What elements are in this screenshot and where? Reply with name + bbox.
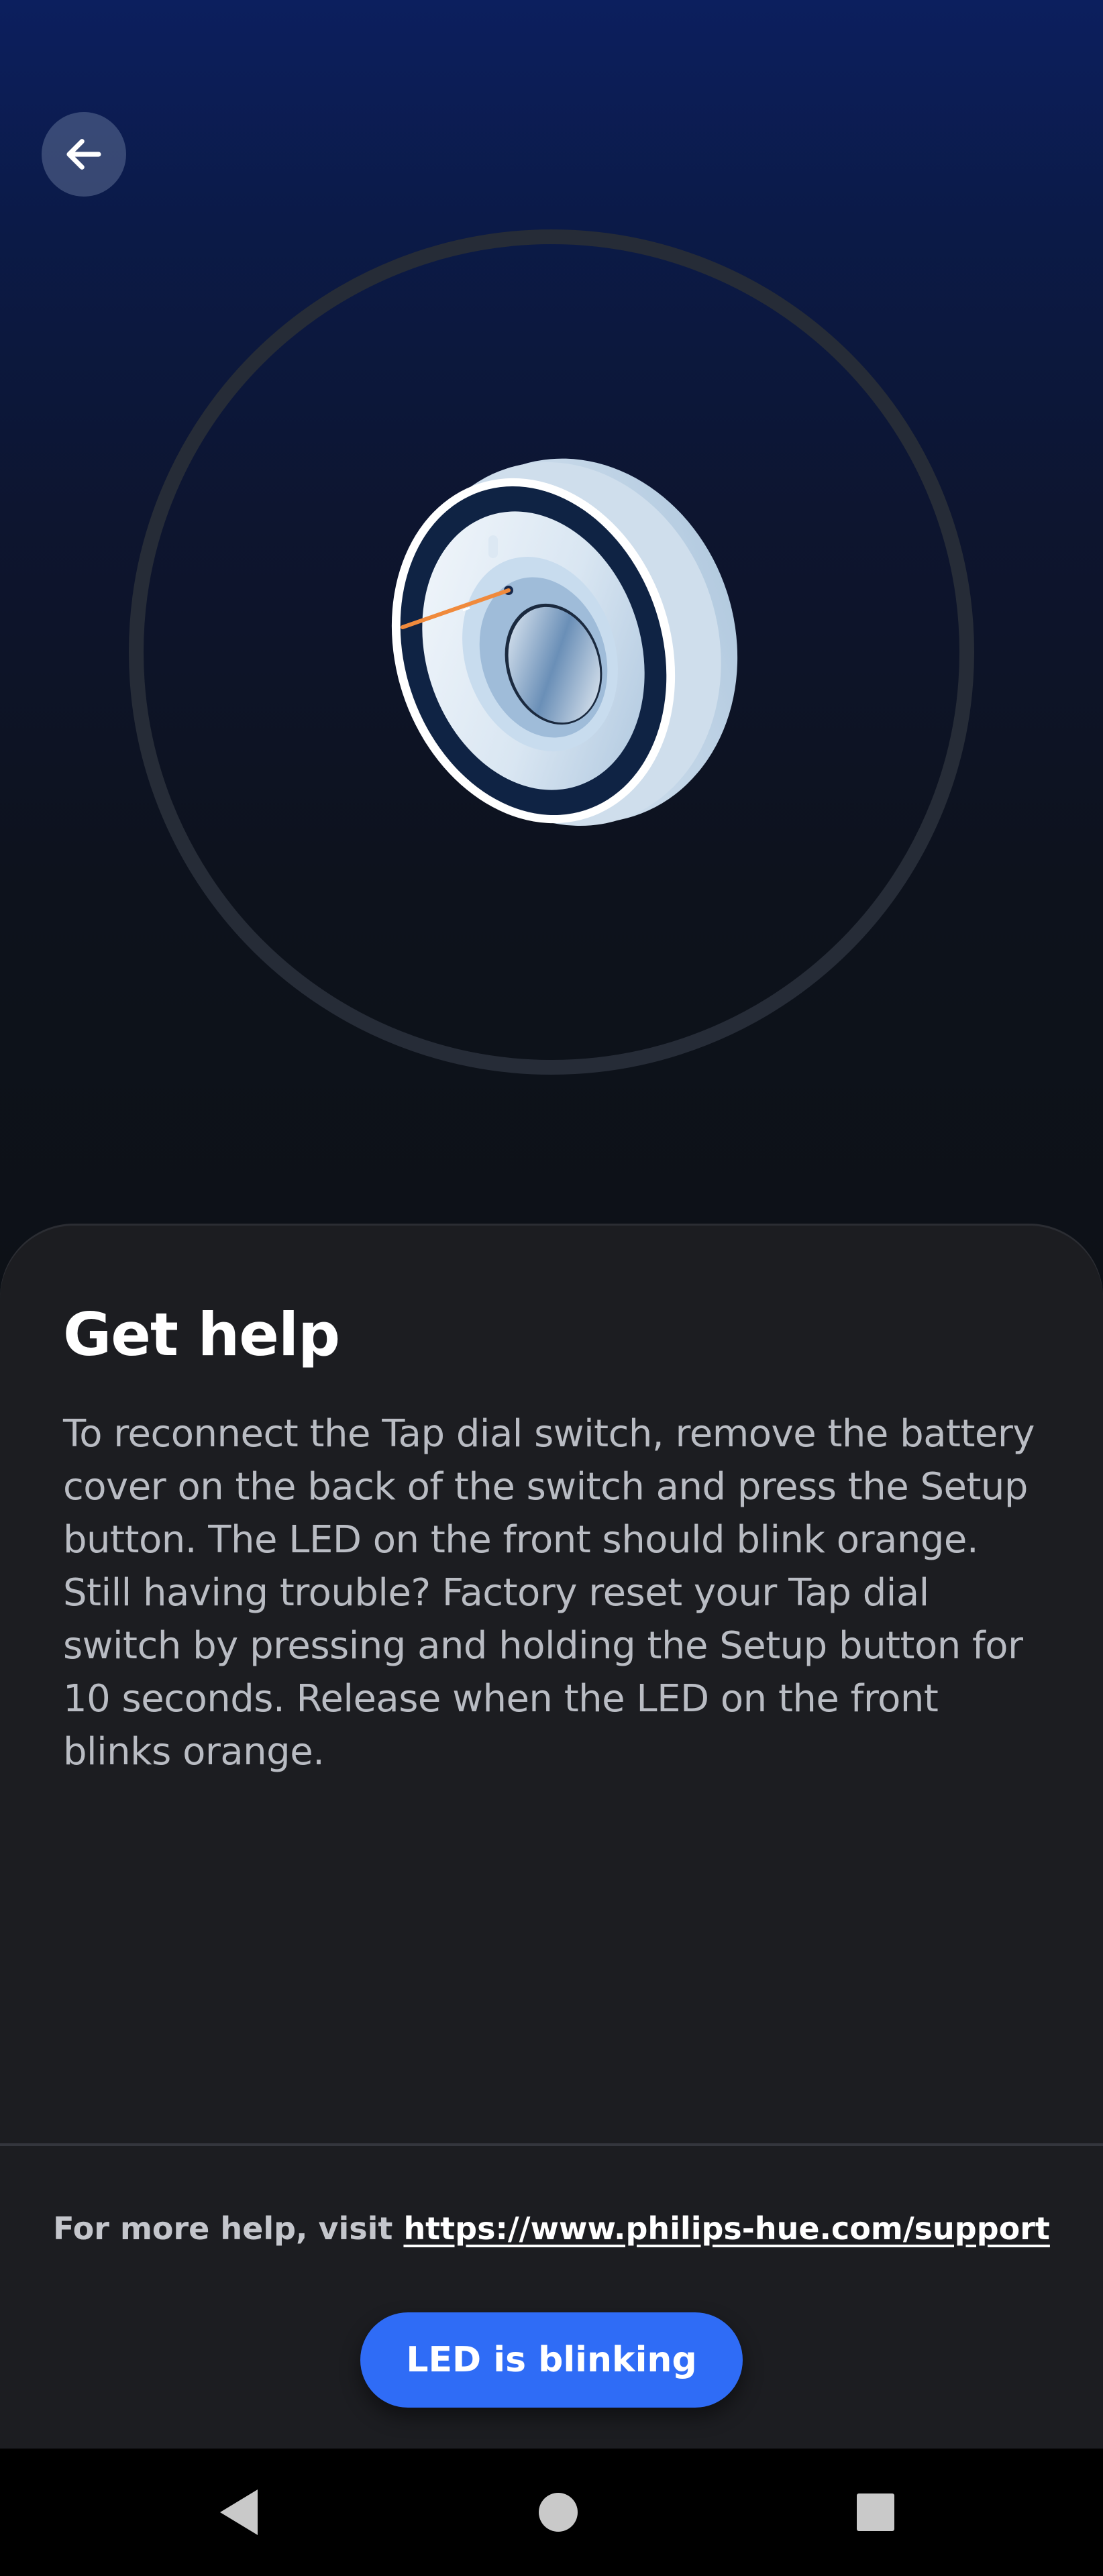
nav-home-circle-icon xyxy=(539,2493,578,2532)
page-title: Get help xyxy=(63,1300,340,1369)
get-help-screen: Get help To reconnect the Tap dial switc… xyxy=(0,0,1103,2576)
help-description: To reconnect the Tap dial switch, remove… xyxy=(63,1407,1043,1778)
hero-area xyxy=(0,0,1103,1275)
support-link[interactable]: https://www.philips-hue.com/support xyxy=(403,2210,1049,2247)
nav-back-triangle-icon xyxy=(220,2489,258,2535)
help-paragraph-factory-reset: Still having trouble? Factory reset your… xyxy=(63,1571,1023,1774)
system-navigation-bar xyxy=(0,2449,1103,2576)
more-help-prefix: For more help, visit xyxy=(53,2210,393,2247)
led-is-blinking-button[interactable]: LED is blinking xyxy=(360,2312,743,2408)
arrow-left-icon xyxy=(66,139,101,170)
help-paragraph-reconnect: To reconnect the Tap dial switch, remove… xyxy=(63,1412,1035,1562)
divider xyxy=(0,2143,1103,2146)
tap-dial-switch-illustration xyxy=(391,458,738,826)
nav-home-button[interactable] xyxy=(521,2475,595,2549)
nav-back-button[interactable] xyxy=(201,2475,275,2549)
back-button[interactable] xyxy=(42,112,126,197)
nav-recents-button[interactable] xyxy=(839,2475,912,2549)
nav-recents-square-icon xyxy=(857,2493,894,2531)
more-help-line: For more help, visit https://www.philips… xyxy=(0,2207,1103,2250)
